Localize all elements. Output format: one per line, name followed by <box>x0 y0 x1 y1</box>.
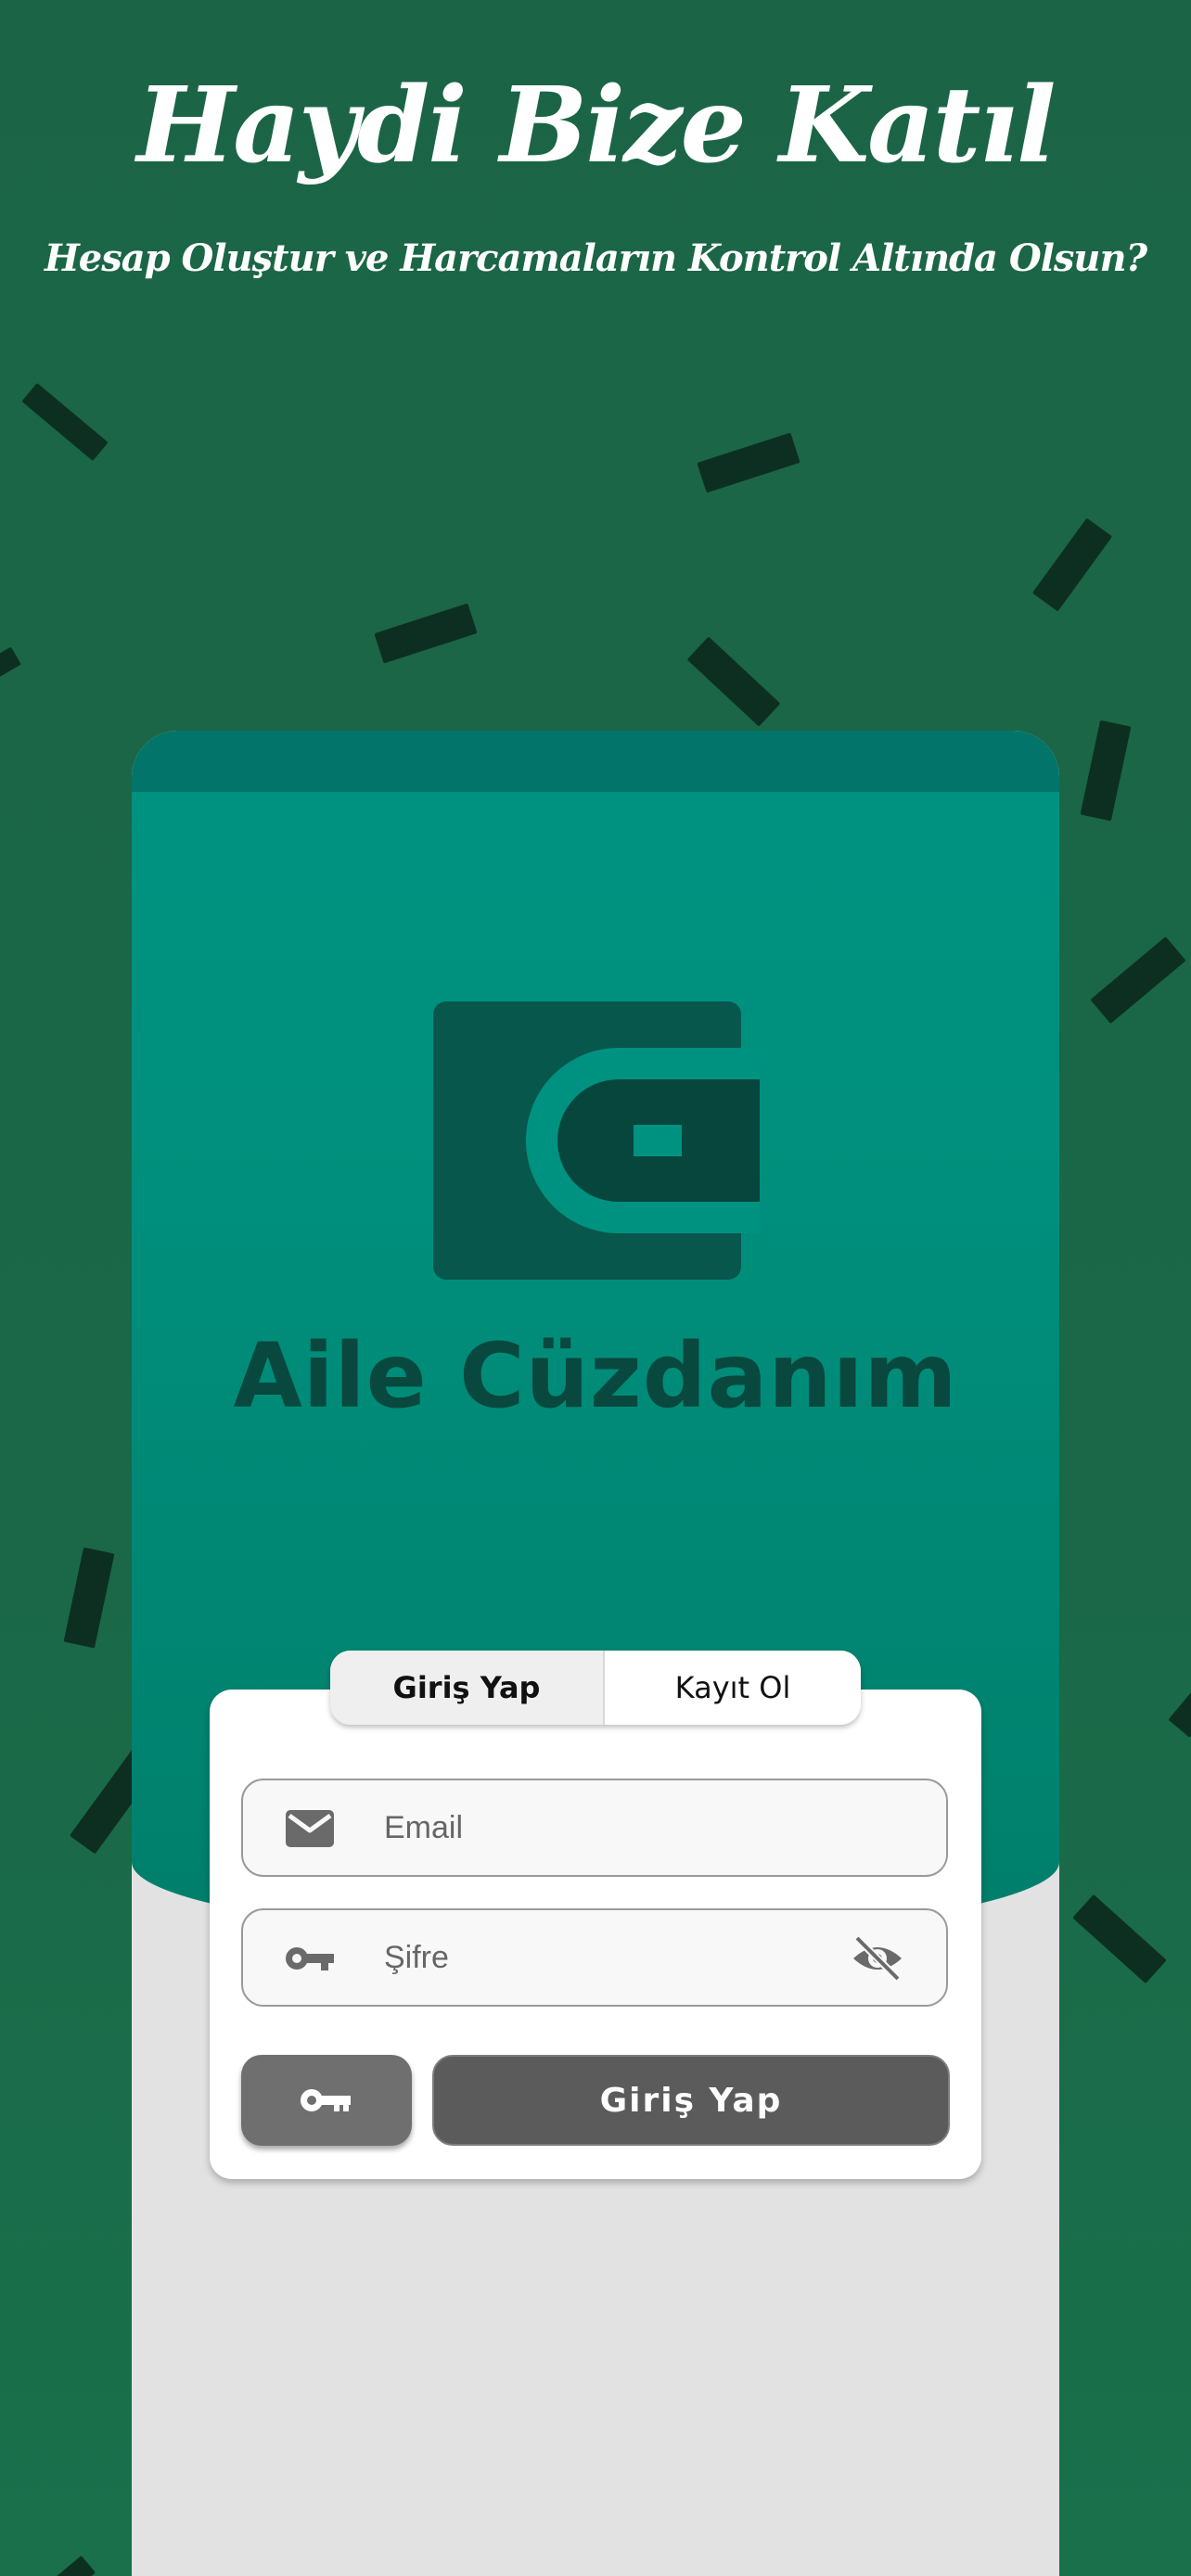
key-icon <box>301 2089 351 2111</box>
brand-name: Aile Cüzdanım <box>233 1324 958 1428</box>
hero-subtitle: Hesap Oluştur ve Harcamaların Kontrol Al… <box>44 236 1147 280</box>
password-field[interactable]: Şifre <box>241 1908 948 2007</box>
confetti-piece <box>21 382 109 462</box>
tab-login[interactable]: Giriş Yap <box>330 1651 605 1725</box>
confetti-piece <box>1031 517 1113 612</box>
confetti-piece <box>1168 1684 1191 1738</box>
confetti-piece <box>1090 936 1186 1025</box>
confetti-piece <box>697 432 800 493</box>
confetti-piece <box>63 1547 115 1649</box>
mail-icon <box>286 1810 334 1847</box>
key-icon <box>286 1947 334 1970</box>
eye-off-icon[interactable] <box>850 1934 905 1983</box>
confetti-piece <box>0 646 21 683</box>
confetti-piece <box>52 2555 96 2576</box>
password-placeholder: Şifre <box>384 1940 449 1975</box>
wallet-icon <box>433 1001 760 1280</box>
email-field[interactable]: Email <box>241 1779 948 1877</box>
tab-register[interactable]: Kayıt Ol <box>605 1651 861 1725</box>
confetti-piece <box>1072 1894 1167 1984</box>
confetti-piece <box>686 636 781 727</box>
auth-tabs: Giriş Yap Kayıt Ol <box>330 1651 861 1725</box>
confetti-piece <box>374 603 478 664</box>
app-screen: Haydi Bize Katıl Hesap Oluştur ve Harcam… <box>0 0 1191 2576</box>
confetti-piece <box>1080 720 1132 822</box>
card-header-strip <box>132 731 1059 792</box>
email-placeholder: Email <box>384 1810 464 1845</box>
key-button[interactable] <box>241 2055 412 2146</box>
hero-title: Haydi Bize Katıl <box>136 65 1056 186</box>
login-button[interactable]: Giriş Yap <box>432 2055 950 2146</box>
